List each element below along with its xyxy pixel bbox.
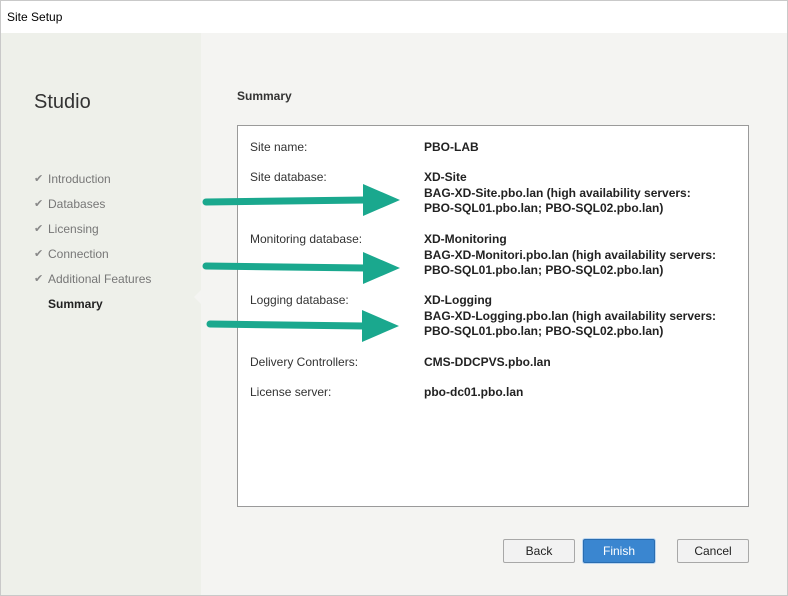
value-line: XD-Monitoring (424, 232, 507, 246)
summary-label: Logging database: (250, 293, 349, 307)
value-line: PBO-LAB (424, 140, 479, 154)
nav-step-label: Additional Features (48, 271, 152, 286)
page-title: Summary (237, 89, 292, 103)
arrow-right-icon (206, 310, 399, 342)
summary-label: Monitoring database: (250, 232, 363, 246)
nav-step-label: Connection (48, 246, 109, 261)
summary-value: PBO-LAB (424, 140, 744, 156)
summary-value: XD-Logging BAG-XD-Logging.pbo.lan (high … (424, 293, 744, 340)
nav-step-label: Summary (48, 296, 103, 311)
back-button[interactable]: Back (503, 539, 575, 563)
summary-label: Site name: (250, 140, 308, 154)
value-line: XD-Site (424, 170, 467, 184)
checkmark-icon: ✔ (34, 223, 44, 235)
cancel-button[interactable]: Cancel (677, 539, 749, 563)
checkmark-icon: ✔ (34, 173, 44, 185)
arrow-right-icon (202, 252, 400, 284)
nav-step-label: Databases (48, 196, 106, 211)
checkmark-icon: ✔ (34, 273, 44, 285)
site-setup-window: Site Setup Studio ✔ Introduction ✔ Datab… (0, 0, 788, 596)
arrow-right-icon (202, 184, 400, 216)
nav-step-additional-features: ✔ Additional Features (34, 266, 151, 291)
value-line: BAG-XD-Logging.pbo.lan (high availabilit… (424, 308, 717, 323)
value-line: CMS-DDCPVS.pbo.lan (424, 355, 551, 369)
summary-value: CMS-DDCPVS.pbo.lan (424, 355, 744, 371)
summary-value: pbo-dc01.pbo.lan (424, 385, 744, 401)
finish-button[interactable]: Finish (583, 539, 655, 563)
active-step-pointer (194, 290, 201, 304)
value-line: PBO-SQL01.pbo.lan; PBO-SQL02.pbo.lan) (424, 324, 664, 338)
summary-value: XD-Site BAG-XD-Site.pbo.lan (high availa… (424, 170, 744, 217)
nav-step-label: Licensing (48, 221, 99, 236)
nav-steps: ✔ Introduction ✔ Databases ✔ Licensing ✔… (34, 166, 151, 316)
summary-value: XD-Monitoring BAG-XD-Monitori.pbo.lan (h… (424, 232, 744, 279)
window-title: Site Setup (1, 1, 787, 33)
checkmark-icon: ✔ (34, 198, 44, 210)
nav-step-connection: ✔ Connection (34, 241, 151, 266)
wizard-nav: Studio ✔ Introduction ✔ Databases ✔ Lice… (1, 33, 201, 595)
value-line: BAG-XD-Site.pbo.lan (high availability s… (424, 185, 691, 200)
value-line: PBO-SQL01.pbo.lan; PBO-SQL02.pbo.lan) (424, 201, 664, 215)
nav-step-introduction: ✔ Introduction (34, 166, 151, 191)
value-line: PBO-SQL01.pbo.lan; PBO-SQL02.pbo.lan) (424, 263, 664, 277)
summary-label: Delivery Controllers: (250, 355, 359, 369)
summary-label: License server: (250, 385, 332, 399)
nav-step-label: Introduction (48, 171, 111, 186)
nav-step-summary: Summary (34, 291, 151, 316)
value-line: BAG-XD-Monitori.pbo.lan (high availabili… (424, 247, 717, 262)
value-line: XD-Logging (424, 293, 492, 307)
value-line: pbo-dc01.pbo.lan (424, 385, 524, 399)
checkmark-icon: ✔ (34, 248, 44, 260)
nav-step-databases: ✔ Databases (34, 191, 151, 216)
nav-step-licensing: ✔ Licensing (34, 216, 151, 241)
nav-title: Studio (34, 91, 91, 113)
